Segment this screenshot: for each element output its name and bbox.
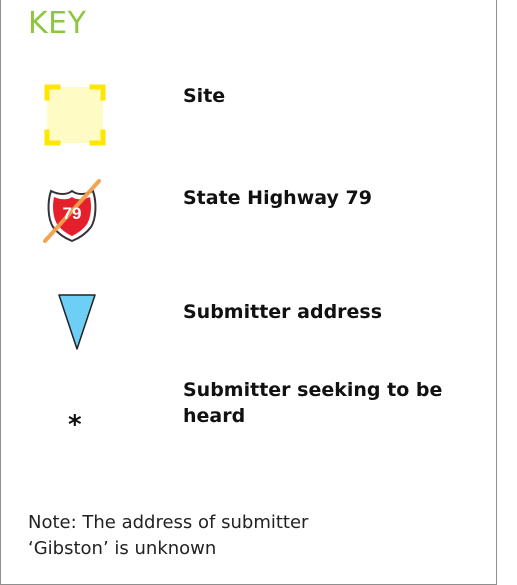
shield-number: 79 — [63, 204, 82, 223]
state-highway-shield-icon: 79 — [43, 179, 101, 243]
legend-label-state-highway: State Highway 79 — [183, 187, 372, 209]
legend-label-submitter-heard: Submitter seeking to be heard — [183, 379, 443, 427]
legend-label-site: Site — [183, 85, 226, 107]
legend-note: Note: The address of submitter ‘Gibston’… — [28, 512, 309, 559]
site-box-icon — [44, 84, 106, 146]
legend-label-submitter-address: Submitter address — [183, 301, 383, 323]
blue-triangle-icon — [58, 294, 96, 350]
asterisk-icon: * — [68, 410, 82, 440]
legend-panel: KEY Site 79 State Highway 79 Submitter a… — [0, 0, 497, 585]
legend-title: KEY — [28, 6, 87, 41]
